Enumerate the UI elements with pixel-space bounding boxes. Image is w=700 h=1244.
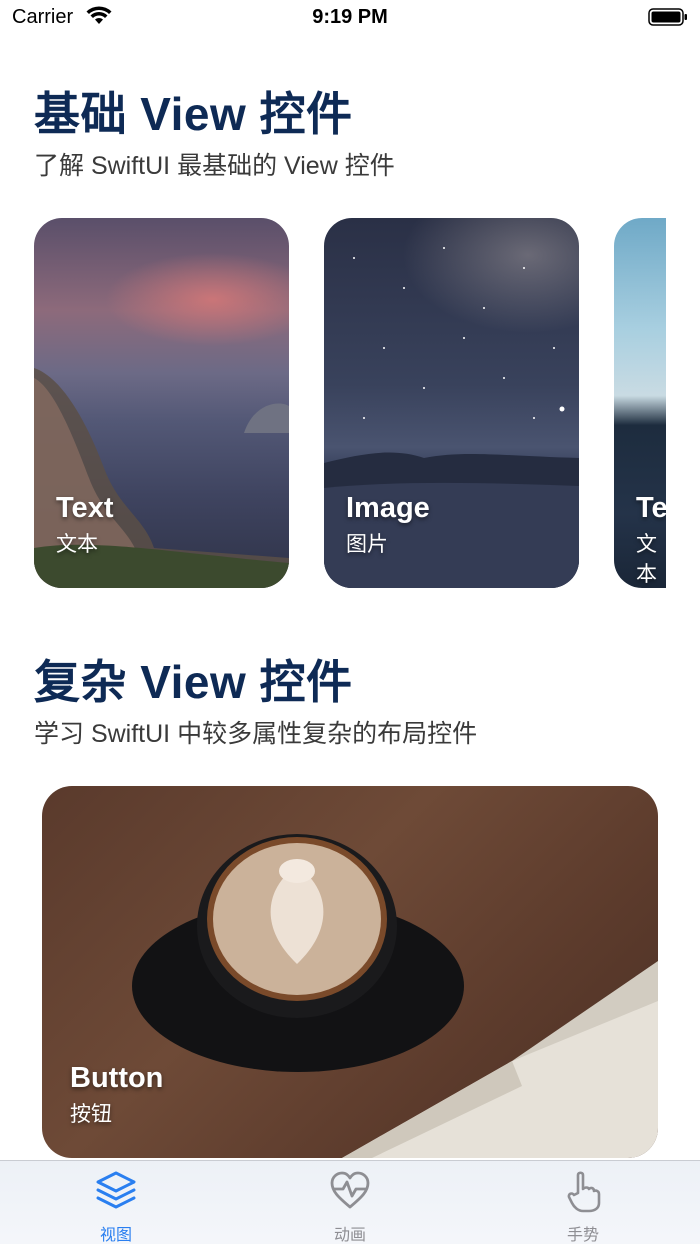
status-bar: Carrier 9:19 PM xyxy=(0,0,700,40)
card-clip-mask xyxy=(666,210,700,600)
section-title-basic: 基础 View 控件 xyxy=(34,88,353,140)
card-text[interactable]: Text 文本 xyxy=(34,218,289,588)
card-title: Image xyxy=(346,492,430,524)
status-time: 9:19 PM xyxy=(312,6,388,28)
card-subtitle: 文本 xyxy=(56,533,98,556)
tab-gesture[interactable]: 手势 xyxy=(503,1161,663,1244)
tab-animation[interactable]: 动画 xyxy=(270,1161,430,1244)
card-image[interactable]: Image 图片 xyxy=(324,218,579,588)
card-subtitle: 图片 xyxy=(346,533,388,556)
tab-bar: 视图 动画 手势 xyxy=(0,1160,700,1244)
card-subtitle: 按钮 xyxy=(70,1103,112,1126)
heart-pulse-icon xyxy=(330,1171,370,1209)
section-title-complex: 复杂 View 控件 xyxy=(34,656,353,708)
hand-point-icon xyxy=(567,1171,601,1213)
card-button-scenery xyxy=(132,834,658,1158)
tab-label: 手势 xyxy=(566,1227,599,1244)
layers-icon xyxy=(96,1171,136,1209)
battery-icon xyxy=(648,8,687,26)
card-title: Button xyxy=(70,1062,164,1094)
card-button[interactable]: Button 按钮 xyxy=(42,786,658,1158)
tab-views[interactable]: 视图 xyxy=(36,1161,196,1244)
tab-label: 视图 xyxy=(99,1227,132,1244)
tab-label: 动画 xyxy=(333,1227,366,1244)
card-title: Text xyxy=(56,492,114,524)
section-subtitle-basic: 了解 SwiftUI 最基础的 View 控件 xyxy=(34,152,395,180)
card-text-partial[interactable]: Te 文本 xyxy=(614,218,674,588)
section-subtitle-complex: 学习 SwiftUI 中较多属性复杂的布局控件 xyxy=(34,720,478,748)
app-screen: Carrier 9:19 PM 基础 View 控件 了解 SwiftUI 最基… xyxy=(0,0,700,1244)
card-title: Te xyxy=(636,492,668,524)
